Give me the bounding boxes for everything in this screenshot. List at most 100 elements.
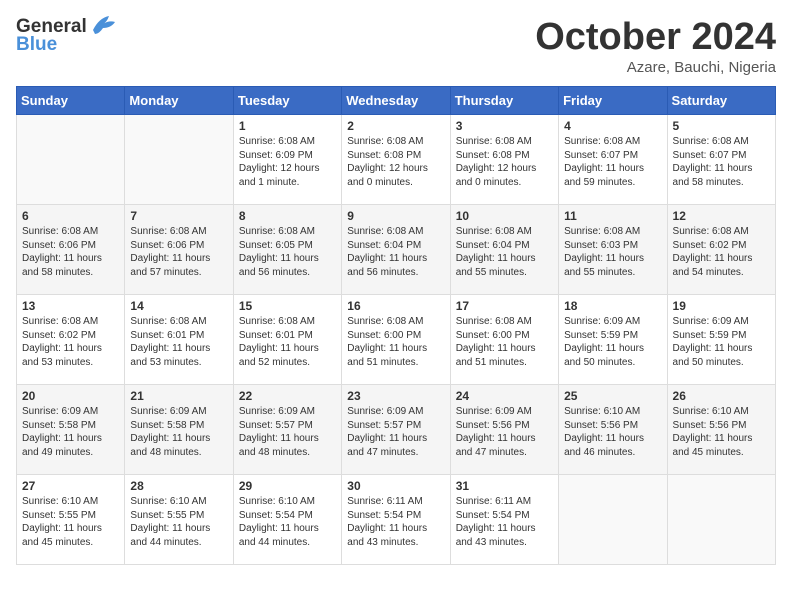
- day-info: Sunrise: 6:09 AMSunset: 5:57 PMDaylight:…: [239, 405, 336, 459]
- calendar-cell: 1Sunrise: 6:08 AMSunset: 6:09 PMDaylight…: [233, 115, 341, 205]
- day-info: Sunrise: 6:10 AMSunset: 5:56 PMDaylight:…: [564, 405, 661, 459]
- calendar-cell: 13 Sunrise: 6:08 AMSunset: 6:02 PMDayligh…: [17, 295, 125, 385]
- day-info: Sunrise: 6:08 AMSunset: 6:07 PMDaylight:…: [564, 135, 661, 189]
- day-number: 6: [22, 209, 119, 223]
- day-number: 18: [564, 299, 661, 313]
- calendar-cell: 3 Sunrise: 6:08 AMSunset: 6:08 PMDaylight…: [450, 115, 558, 205]
- day-number: 20: [22, 389, 119, 403]
- weekday-header-monday: Monday: [125, 87, 233, 115]
- day-info: Sunrise: 6:08 AMSunset: 6:06 PMDaylight:…: [22, 225, 119, 279]
- day-number: 9: [347, 209, 444, 223]
- day-number: 29: [239, 479, 336, 493]
- day-info: Sunrise: 6:10 AMSunset: 5:54 PMDaylight:…: [239, 495, 336, 549]
- day-info: Sunrise: 6:08 AMSunset: 6:01 PMDaylight:…: [130, 315, 227, 369]
- calendar-cell: 5 Sunrise: 6:08 AMSunset: 6:07 PMDaylight…: [667, 115, 775, 205]
- day-number: 13: [22, 299, 119, 313]
- calendar-week-row: 6 Sunrise: 6:08 AMSunset: 6:06 PMDaylight…: [17, 205, 776, 295]
- day-number: 5: [673, 119, 770, 133]
- day-number: 14: [130, 299, 227, 313]
- calendar-cell: 12 Sunrise: 6:08 AMSunset: 6:02 PMDayligh…: [667, 205, 775, 295]
- day-info: Sunrise: 6:10 AMSunset: 5:55 PMDaylight:…: [22, 495, 119, 549]
- day-number: 19: [673, 299, 770, 313]
- day-info: Sunrise: 6:08 AMSunset: 6:04 PMDaylight:…: [347, 225, 444, 279]
- calendar-cell: 21 Sunrise: 6:09 AMSunset: 5:58 PMDayligh…: [125, 385, 233, 475]
- day-number: 15: [239, 299, 336, 313]
- calendar-cell: [559, 475, 667, 565]
- weekday-header-tuesday: Tuesday: [233, 87, 341, 115]
- weekday-header-sunday: Sunday: [17, 87, 125, 115]
- day-number: 31: [456, 479, 553, 493]
- title-block: October 2024 Azare, Bauchi, Nigeria: [535, 16, 776, 76]
- calendar-cell: 31 Sunrise: 6:11 AMSunset: 5:54 PMDayligh…: [450, 475, 558, 565]
- calendar-cell: 17 Sunrise: 6:08 AMSunset: 6:00 PMDayligh…: [450, 295, 558, 385]
- calendar-cell: 28 Sunrise: 6:10 AMSunset: 5:55 PMDayligh…: [125, 475, 233, 565]
- day-info: Sunrise: 6:09 AMSunset: 5:56 PMDaylight:…: [456, 405, 553, 459]
- weekday-header-saturday: Saturday: [667, 87, 775, 115]
- day-number: 25: [564, 389, 661, 403]
- calendar-week-row: 27 Sunrise: 6:10 AMSunset: 5:55 PMDayligh…: [17, 475, 776, 565]
- day-info: Sunrise: 6:08 AMSunset: 6:00 PMDaylight:…: [347, 315, 444, 369]
- day-number: 26: [673, 389, 770, 403]
- day-number: 3: [456, 119, 553, 133]
- day-info: Sunrise: 6:08 AMSunset: 6:02 PMDaylight:…: [673, 225, 770, 279]
- day-number: 21: [130, 389, 227, 403]
- day-info: Sunrise: 6:08 AMSunset: 6:03 PMDaylight:…: [564, 225, 661, 279]
- day-info: Sunrise: 6:08 AMSunset: 6:07 PMDaylight:…: [673, 135, 770, 189]
- day-info: Sunrise: 6:08 AMSunset: 6:08 PMDaylight:…: [347, 135, 444, 189]
- day-number: 16: [347, 299, 444, 313]
- calendar-cell: 15 Sunrise: 6:08 AMSunset: 6:01 PMDayligh…: [233, 295, 341, 385]
- calendar-week-row: 13 Sunrise: 6:08 AMSunset: 6:02 PMDayligh…: [17, 295, 776, 385]
- day-number: 8: [239, 209, 336, 223]
- day-number: 2: [347, 119, 444, 133]
- calendar-cell: 25 Sunrise: 6:10 AMSunset: 5:56 PMDayligh…: [559, 385, 667, 475]
- day-number: 4: [564, 119, 661, 133]
- day-info: Sunrise: 6:08 AMSunset: 6:01 PMDaylight:…: [239, 315, 336, 369]
- day-number: 30: [347, 479, 444, 493]
- day-number: 17: [456, 299, 553, 313]
- day-number: 7: [130, 209, 227, 223]
- calendar-cell: 22 Sunrise: 6:09 AMSunset: 5:57 PMDayligh…: [233, 385, 341, 475]
- day-number: 22: [239, 389, 336, 403]
- calendar-cell: 9 Sunrise: 6:08 AMSunset: 6:04 PMDaylight…: [342, 205, 450, 295]
- calendar-cell: 27 Sunrise: 6:10 AMSunset: 5:55 PMDayligh…: [17, 475, 125, 565]
- day-info: Sunrise: 6:11 AMSunset: 5:54 PMDaylight:…: [456, 495, 553, 549]
- day-info: Sunrise: 6:09 AMSunset: 5:58 PMDaylight:…: [22, 405, 119, 459]
- day-info: Sunrise: 6:08 AMSunset: 6:09 PMDaylight:…: [239, 135, 336, 189]
- weekday-header-thursday: Thursday: [450, 87, 558, 115]
- day-number: 28: [130, 479, 227, 493]
- day-info: Sunrise: 6:08 AMSunset: 6:02 PMDaylight:…: [22, 315, 119, 369]
- day-info: Sunrise: 6:10 AMSunset: 5:55 PMDaylight:…: [130, 495, 227, 549]
- day-info: Sunrise: 6:08 AMSunset: 6:00 PMDaylight:…: [456, 315, 553, 369]
- logo-bird-icon: [89, 14, 117, 36]
- calendar-cell: [667, 475, 775, 565]
- calendar-cell: [17, 115, 125, 205]
- calendar-cell: 26 Sunrise: 6:10 AMSunset: 5:56 PMDayligh…: [667, 385, 775, 475]
- calendar-cell: 14 Sunrise: 6:08 AMSunset: 6:01 PMDayligh…: [125, 295, 233, 385]
- day-info: Sunrise: 6:08 AMSunset: 6:06 PMDaylight:…: [130, 225, 227, 279]
- calendar-cell: 20 Sunrise: 6:09 AMSunset: 5:58 PMDayligh…: [17, 385, 125, 475]
- calendar-cell: 30Sunrise: 6:11 AMSunset: 5:54 PMDayligh…: [342, 475, 450, 565]
- day-info: Sunrise: 6:09 AMSunset: 5:59 PMDaylight:…: [564, 315, 661, 369]
- day-number: 10: [456, 209, 553, 223]
- calendar-cell: 23 Sunrise: 6:09 AMSunset: 5:57 PMDayligh…: [342, 385, 450, 475]
- day-number: 12: [673, 209, 770, 223]
- day-info: Sunrise: 6:08 AMSunset: 6:04 PMDaylight:…: [456, 225, 553, 279]
- calendar-cell: 19Sunrise: 6:09 AMSunset: 5:59 PMDayligh…: [667, 295, 775, 385]
- calendar-cell: 2 Sunrise: 6:08 AMSunset: 6:08 PMDaylight…: [342, 115, 450, 205]
- day-info: Sunrise: 6:09 AMSunset: 5:57 PMDaylight:…: [347, 405, 444, 459]
- calendar-cell: 11 Sunrise: 6:08 AMSunset: 6:03 PMDayligh…: [559, 205, 667, 295]
- day-info: Sunrise: 6:10 AMSunset: 5:56 PMDaylight:…: [673, 405, 770, 459]
- day-info: Sunrise: 6:09 AMSunset: 5:58 PMDaylight:…: [130, 405, 227, 459]
- calendar-cell: 4 Sunrise: 6:08 AMSunset: 6:07 PMDaylight…: [559, 115, 667, 205]
- calendar-cell: 24Sunrise: 6:09 AMSunset: 5:56 PMDayligh…: [450, 385, 558, 475]
- day-number: 11: [564, 209, 661, 223]
- day-number: 23: [347, 389, 444, 403]
- day-info: Sunrise: 6:08 AMSunset: 6:08 PMDaylight:…: [456, 135, 553, 189]
- calendar-cell: 7 Sunrise: 6:08 AMSunset: 6:06 PMDaylight…: [125, 205, 233, 295]
- calendar-week-row: 1Sunrise: 6:08 AMSunset: 6:09 PMDaylight…: [17, 115, 776, 205]
- day-number: 27: [22, 479, 119, 493]
- month-title: October 2024: [535, 16, 776, 59]
- calendar-cell: [125, 115, 233, 205]
- weekday-header-wednesday: Wednesday: [342, 87, 450, 115]
- calendar-cell: 16 Sunrise: 6:08 AMSunset: 6:00 PMDayligh…: [342, 295, 450, 385]
